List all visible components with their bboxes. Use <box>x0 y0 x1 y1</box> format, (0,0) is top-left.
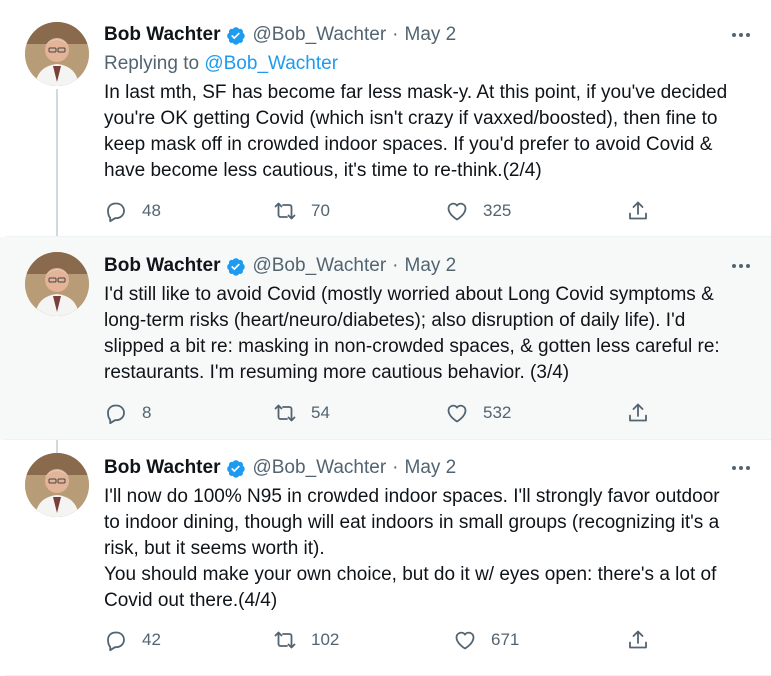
share-button[interactable] <box>626 197 650 225</box>
author-handle[interactable]: @Bob_Wachter <box>252 24 386 46</box>
avatar[interactable] <box>25 22 89 86</box>
replying-to: Replying to @Bob_Wachter <box>104 53 338 75</box>
reply-icon <box>107 631 125 652</box>
reply-button[interactable]: 48 <box>104 197 161 225</box>
verified-badge-icon <box>225 458 246 479</box>
tweet-header: Bob Wachter @Bob_Wachter · May 2 <box>104 453 751 483</box>
share-button[interactable] <box>626 626 650 654</box>
like-button[interactable]: 532 <box>445 399 511 427</box>
reply-button[interactable]: 42 <box>104 626 161 654</box>
replying-to-handle-link[interactable]: @Bob_Wachter <box>204 53 338 74</box>
author-handle[interactable]: @Bob_Wachter <box>252 255 386 277</box>
tweet-actions: 48 70 325 <box>104 197 664 225</box>
retweet-button[interactable]: 102 <box>273 626 339 654</box>
reply-button[interactable]: 8 <box>104 399 151 427</box>
tweet-text: I'd still like to avoid Covid (mostly wo… <box>104 284 720 383</box>
tweet-actions: 8 54 532 <box>104 399 664 427</box>
retweet-icon <box>274 404 296 422</box>
more-icon[interactable] <box>731 457 751 479</box>
retweet-count: 54 <box>311 403 330 422</box>
tweet[interactable]: Bob Wachter @Bob_Wachter · May 2 I'll no… <box>0 440 771 676</box>
author-name[interactable]: Bob Wachter <box>104 255 220 277</box>
heart-icon <box>455 631 475 650</box>
like-button[interactable]: 671 <box>453 626 519 654</box>
heart-icon <box>447 202 467 221</box>
heart-icon <box>447 404 467 423</box>
reply-count: 48 <box>142 201 161 220</box>
tweet-text: In last mth, SF has become far less mask… <box>104 82 728 181</box>
tweet-actions: 42 102 671 <box>104 626 664 654</box>
author-name[interactable]: Bob Wachter <box>104 24 220 46</box>
share-icon <box>629 403 647 422</box>
like-count: 532 <box>483 403 512 422</box>
reply-icon <box>107 404 125 425</box>
share-icon <box>629 630 647 649</box>
more-icon[interactable] <box>731 255 751 277</box>
retweet-icon <box>274 631 296 649</box>
verified-badge-icon <box>225 25 246 46</box>
separator: · <box>392 457 399 478</box>
tweet-text: I'll now do 100% N95 in crowded indoor s… <box>104 486 720 611</box>
reply-count: 42 <box>142 630 161 649</box>
retweet-button[interactable]: 54 <box>273 399 330 427</box>
separator: · <box>392 24 399 45</box>
avatar[interactable] <box>25 453 89 517</box>
tweet-header: Bob Wachter @Bob_Wachter · May 2 <box>104 251 751 281</box>
tweet[interactable]: Bob Wachter @Bob_Wachter · May 2 Replyin… <box>0 0 771 237</box>
separator: · <box>392 255 399 276</box>
tweet-thread: Bob Wachter @Bob_Wachter · May 2 Replyin… <box>0 0 771 676</box>
tweet[interactable]: Bob Wachter @Bob_Wachter · May 2 I'd sti… <box>0 237 771 440</box>
tweet-header: Bob Wachter @Bob_Wachter · May 2 <box>104 20 751 50</box>
tweet-date[interactable]: May 2 <box>405 457 457 479</box>
share-button[interactable] <box>626 399 650 427</box>
replying-to-label: Replying to <box>104 53 205 74</box>
tweet-date[interactable]: May 2 <box>405 255 457 277</box>
share-icon <box>629 201 647 220</box>
verified-badge-icon <box>225 256 246 277</box>
reply-count: 8 <box>142 403 152 422</box>
author-name[interactable]: Bob Wachter <box>104 457 220 479</box>
avatar[interactable] <box>25 252 89 316</box>
retweet-button[interactable]: 70 <box>273 197 330 225</box>
more-icon[interactable] <box>731 24 751 46</box>
like-count: 671 <box>491 630 520 649</box>
retweet-count: 102 <box>311 630 340 649</box>
like-count: 325 <box>483 201 512 220</box>
author-handle[interactable]: @Bob_Wachter <box>252 457 386 479</box>
like-button[interactable]: 325 <box>445 197 511 225</box>
tweet-date[interactable]: May 2 <box>405 24 457 46</box>
retweet-count: 70 <box>311 201 330 220</box>
reply-icon <box>107 202 125 223</box>
retweet-icon <box>274 202 296 220</box>
